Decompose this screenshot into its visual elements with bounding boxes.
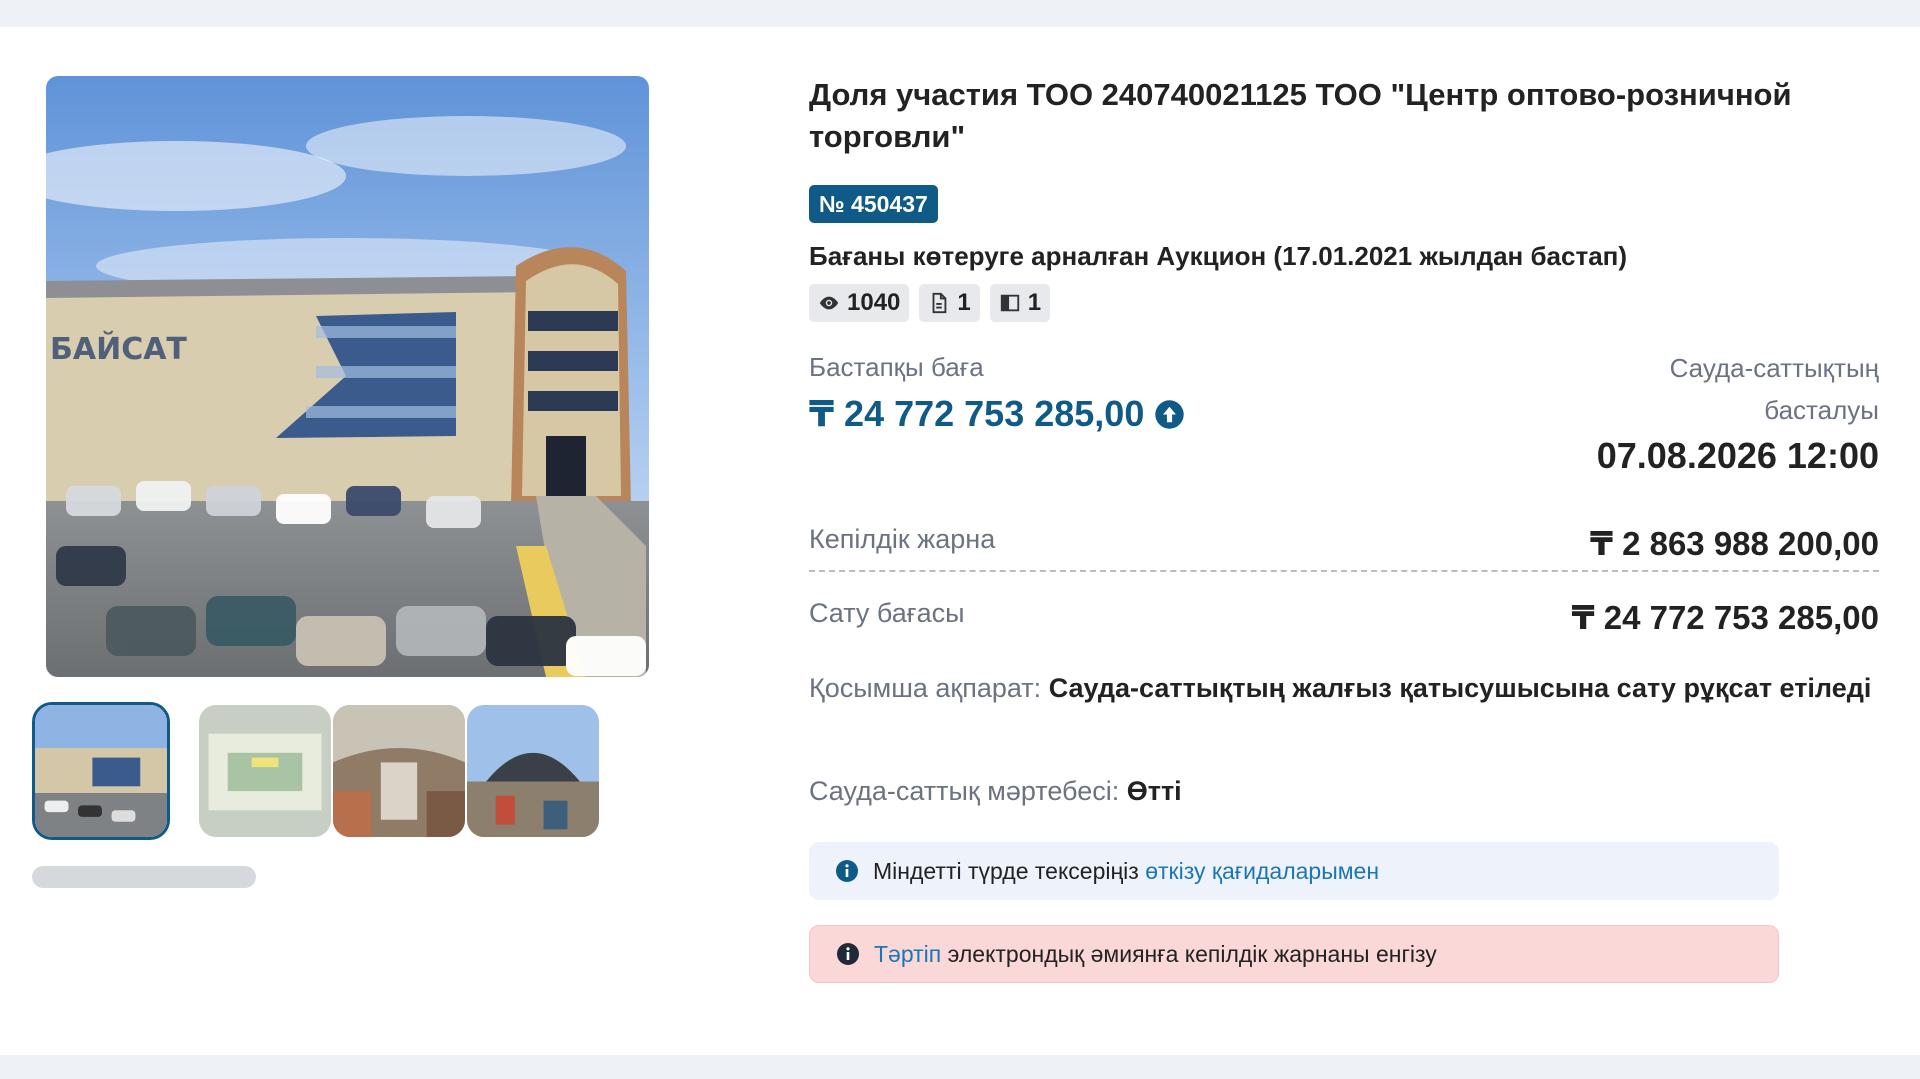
sale-price-label: Сату бағасы bbox=[809, 598, 965, 628]
book-icon bbox=[1000, 294, 1019, 312]
trade-status-value: Өтті bbox=[1126, 776, 1182, 806]
documents-count: 1 bbox=[957, 289, 971, 316]
trade-start-label: Сауда-саттықтың басталуы bbox=[1669, 353, 1879, 425]
divider bbox=[809, 570, 1879, 572]
thumbnail-4[interactable] bbox=[464, 702, 602, 840]
deposit-value: ₸ 2 863 988 200,00 bbox=[1589, 525, 1879, 562]
lot-title: Доля участия ТОО 240740021125 ТОО "Центр… bbox=[809, 77, 1792, 154]
sign-text: БАЙСАТ bbox=[50, 331, 187, 367]
thumbnail-scrollbar[interactable] bbox=[32, 866, 256, 888]
top-band bbox=[0, 0, 1920, 27]
deposit-alert-text: электрондық әмиянға кепілдік жарнаны енг… bbox=[947, 940, 1437, 967]
document-icon bbox=[932, 292, 947, 314]
deposit-label: Кепілдік жарна bbox=[809, 524, 996, 554]
bottom-band bbox=[0, 1055, 1920, 1079]
auction-type: Бағаны көтеруге арналған Аукцион (17.01.… bbox=[809, 241, 1628, 271]
eye-icon bbox=[819, 296, 839, 310]
procedure-link[interactable]: Тәртіп bbox=[874, 941, 941, 968]
start-price-label: Бастапқы баға bbox=[809, 352, 984, 382]
deposit-alert: Тәртіп электрондық әмиянға кепілдік жарн… bbox=[809, 925, 1779, 983]
thumbnail-2[interactable] bbox=[196, 702, 334, 840]
sale-price-row: Сату бағасы ₸ 24 772 753 285,00 bbox=[809, 598, 1879, 642]
extra-info: Қосымша ақпарат: Сауда-саттықтың жалғыз … bbox=[809, 667, 1879, 709]
thumbnail-strip bbox=[32, 702, 672, 842]
trade-start-date: 07.08.2026 12:00 bbox=[1596, 435, 1879, 476]
lot-number-badge: № 450437 bbox=[809, 185, 938, 223]
photos-count: 1 bbox=[1027, 289, 1042, 316]
start-price-value: ₸ 24 772 753 285,00 bbox=[809, 393, 1145, 434]
deposit-row: Кепілдік жарна ₸ 2 863 988 200,00 bbox=[809, 524, 1879, 572]
thumbnail-3[interactable] bbox=[330, 702, 468, 840]
arrow-up-circle-icon bbox=[1155, 399, 1185, 429]
start-price: ₸ 24 772 753 285,00 bbox=[809, 393, 1185, 435]
trade-status: Сауда-саттық мәртебесі: Өтті bbox=[809, 776, 1182, 807]
sale-price-value: ₸ 24 772 753 285,00 bbox=[1571, 599, 1879, 636]
rules-link[interactable]: өткізу қағидаларымен bbox=[1145, 858, 1379, 885]
info-icon bbox=[836, 860, 858, 882]
views-stat: 1040 bbox=[809, 284, 910, 322]
photos-stat[interactable]: 1 bbox=[989, 284, 1051, 322]
trade-status-label: Сауда-саттық мәртебесі: bbox=[809, 776, 1120, 806]
rules-alert-text: Міндетті түрде тексеріңіз bbox=[873, 857, 1139, 884]
views-count: 1040 bbox=[847, 289, 901, 316]
documents-stat[interactable]: 1 bbox=[919, 284, 980, 322]
main-lot-photo[interactable]: БАЙСАТ bbox=[46, 76, 649, 677]
lot-stats: 1040 1 1 bbox=[809, 284, 1051, 322]
thumbnail-1[interactable] bbox=[32, 702, 170, 840]
extra-info-value: Сауда-саттықтың жалғыз қатысушысына сату… bbox=[1048, 673, 1872, 703]
extra-info-label: Қосымша ақпарат: bbox=[809, 673, 1042, 703]
info-icon bbox=[837, 943, 859, 965]
rules-alert: Міндетті түрде тексеріңіз өткізу қағидал… bbox=[809, 842, 1779, 900]
